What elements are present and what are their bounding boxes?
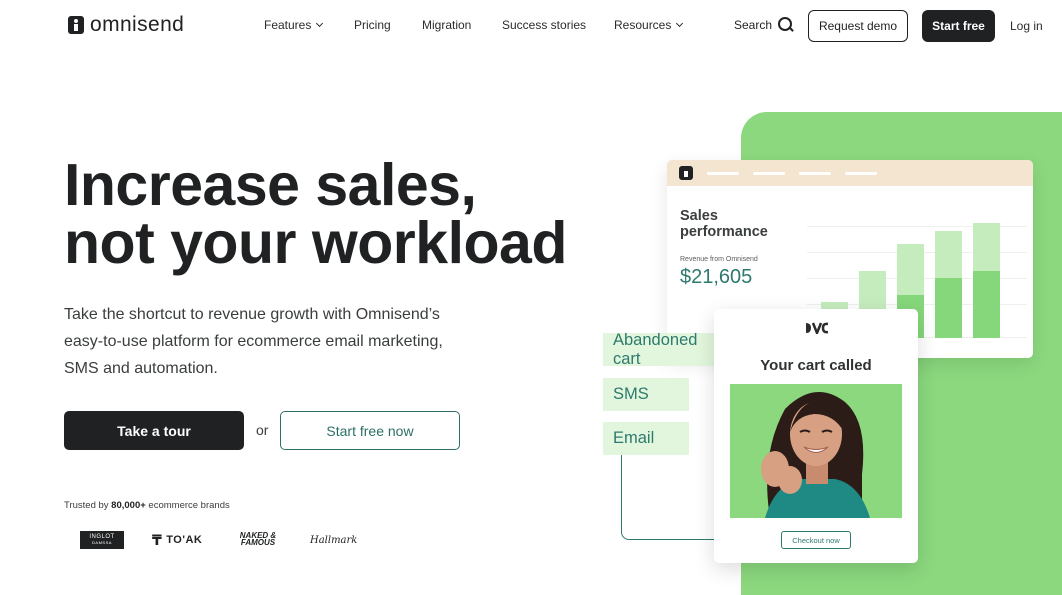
channel-sms: SMS (603, 378, 689, 411)
placeholder-line (799, 171, 831, 175)
smiling-woman-photo (730, 384, 902, 518)
take-a-tour-button[interactable]: Take a tour (64, 411, 244, 450)
cart-email-card: Your cart called Checkout now (714, 309, 918, 563)
hero-title-line-2: not your workload (64, 210, 567, 276)
toak-logo-text: TO'AK (166, 534, 203, 546)
channel-email: Email (603, 422, 689, 455)
naked-logo-line-2: FAMOUS (240, 538, 276, 547)
omnisend-logo-icon (679, 166, 693, 180)
cart-email-title: Your cart called (760, 357, 872, 374)
hallmark-logo-text: Hallmark (310, 534, 358, 546)
channel-abandoned-cart: Abandoned cart (603, 331, 717, 368)
woman-illustration (730, 384, 902, 518)
inglot-logo: INGLOT DAMSSA (80, 531, 124, 549)
trusted-count: 80,000+ (111, 500, 146, 511)
chart-bar-omnisend-portion (973, 271, 1000, 338)
inglot-logo-line-2: DAMSSA (92, 540, 112, 545)
dvc-brand-logo (805, 322, 829, 337)
search-icon (778, 17, 793, 32)
toak-mark-icon: ₸ (152, 531, 163, 548)
hero-title-line-1: Increase sales, (64, 152, 477, 218)
revenue-value: $21,605 (680, 266, 753, 288)
logo-text: omnisend (90, 13, 185, 36)
start-free-now-button[interactable]: Start free now (280, 411, 460, 450)
nav-resources-label: Resources (614, 18, 672, 32)
search-label: Search (734, 17, 773, 32)
site-header: omnisend Features Pricing Migration Succ… (0, 0, 1062, 52)
nav-migration[interactable]: Migration (422, 18, 502, 32)
nav-pricing[interactable]: Pricing (354, 18, 422, 32)
dvc-logo-icon (806, 322, 829, 337)
omnisend-logo[interactable]: omnisend (68, 13, 184, 37)
trusted-by-text: Trusted by 80,000+ ecommerce brands (64, 500, 230, 511)
checkout-now-button[interactable]: Checkout now (781, 531, 851, 549)
naked-famous-logo: NAKED & FAMOUS (239, 529, 277, 549)
start-free-button[interactable]: Start free (922, 10, 995, 42)
login-link[interactable]: Log in (1010, 19, 1043, 33)
nav-features[interactable]: Features (264, 18, 354, 32)
chart-bar (973, 223, 1000, 338)
nav-pricing-label: Pricing (354, 18, 391, 32)
chart-bar-omnisend-portion (935, 278, 962, 338)
nav-success-stories[interactable]: Success stories (502, 18, 614, 32)
placeholder-line (707, 171, 739, 175)
chart-bar (935, 231, 962, 338)
sales-title-line-1: Sales (680, 208, 718, 224)
omnisend-logo-icon (68, 16, 84, 34)
chevron-down-icon (316, 19, 324, 28)
sales-title-line-2: performance (680, 224, 768, 240)
or-text: or (256, 422, 269, 438)
request-demo-button[interactable]: Request demo (808, 10, 908, 42)
trusted-prefix: Trusted by (64, 500, 112, 511)
hero-subtitle: Take the shortcut to revenue growth with… (64, 306, 443, 377)
hallmark-logo: Hallmark (310, 530, 357, 550)
placeholder-line (845, 171, 877, 175)
placeholder-line (753, 171, 785, 175)
nav-success-stories-label: Success stories (502, 18, 587, 32)
trusted-suffix: ecommerce brands (145, 500, 230, 511)
card-topbar (667, 160, 1033, 186)
nav-migration-label: Migration (422, 18, 472, 32)
search-button[interactable]: Search (734, 17, 793, 32)
toak-logo: ₸ TO'AK (152, 530, 202, 550)
nav-resources[interactable]: Resources (614, 18, 684, 32)
nav-features-label: Features (264, 18, 312, 32)
sales-performance-title: Sales performance (680, 208, 768, 240)
hero-title: Increase sales, not your workload (64, 152, 567, 276)
main-nav: Features Pricing Migration Success stori… (264, 18, 684, 32)
chevron-down-icon (676, 19, 684, 28)
revenue-label: Revenue from Omnisend (680, 256, 758, 263)
